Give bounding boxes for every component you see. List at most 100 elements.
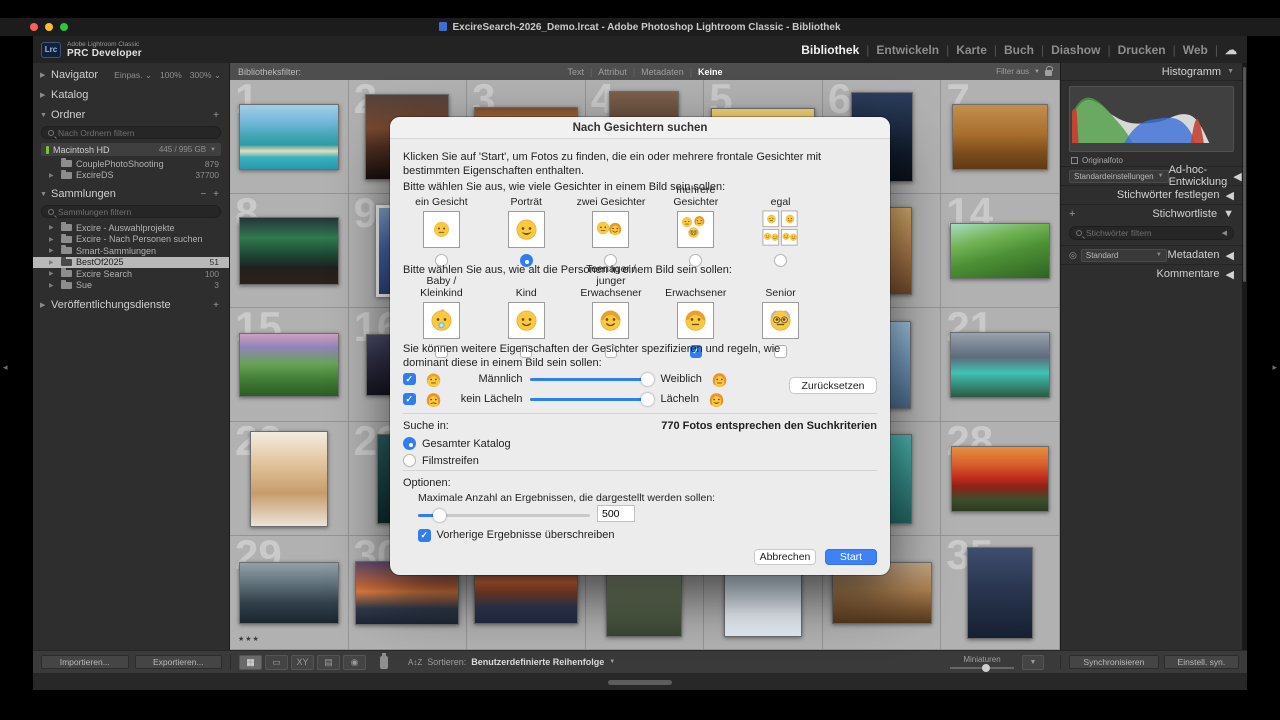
toolbar-options-dropdown[interactable]: ▼ — [1022, 655, 1044, 670]
add-publish-service-button[interactable]: + — [213, 300, 221, 311]
zoom-level-0[interactable]: Einpas. ⌄ — [114, 70, 152, 81]
star-rating[interactable]: ★★★ — [238, 635, 260, 643]
compare-view-icon[interactable]: XY — [291, 655, 314, 670]
radio-button[interactable] — [403, 454, 416, 467]
metadata-view-dropdown[interactable]: Standard ▼ — [1081, 249, 1167, 262]
sort-direction-icon[interactable]: A↕Z — [408, 658, 422, 667]
photo-thumbnail[interactable] — [250, 431, 328, 527]
zoom-level-1[interactable]: 100% — [160, 70, 182, 80]
radio-button[interactable] — [403, 437, 416, 450]
collection-filter-input[interactable]: Sammlungen filtern — [41, 205, 221, 218]
panel-sammlungen[interactable]: ▼ Sammlungen − + — [33, 184, 229, 204]
photo-thumbnail[interactable] — [239, 333, 339, 397]
photo-thumbnail[interactable] — [952, 104, 1048, 170]
right-panel-scrollbar[interactable] — [1242, 63, 1247, 650]
collection-row[interactable]: ▶Sue3 — [33, 280, 229, 292]
slider-knob[interactable] — [641, 373, 654, 386]
face-count-option[interactable]: mehrere Gesichter — [653, 195, 738, 267]
collection-actions[interactable]: − + — [201, 189, 221, 200]
filter-tab-text[interactable]: Text — [567, 67, 584, 77]
filter-tab-attribut[interactable]: Attribut — [598, 67, 627, 77]
people-view-icon[interactable]: ◉ — [343, 655, 366, 670]
max-results-input[interactable] — [597, 505, 635, 522]
photo-thumbnail[interactable] — [967, 547, 1033, 639]
trait-slider[interactable] — [530, 373, 654, 386]
photo-thumbnail[interactable] — [950, 223, 1050, 279]
face-count-option[interactable]: Porträt — [484, 195, 569, 267]
folder-filter-input[interactable]: Nach Ordnern filtern — [41, 126, 221, 139]
histogram[interactable] — [1069, 86, 1234, 152]
module-web[interactable]: Web — [1183, 43, 1208, 57]
panel-kommentare[interactable]: Kommentare ◀ — [1061, 264, 1242, 283]
adhoc-preset-dropdown[interactable]: Standardeinstellungen ▼ — [1069, 170, 1169, 183]
collection-row[interactable]: ▶Excire - Auswahlprojekte — [33, 222, 229, 234]
panel-navigator[interactable]: ▶ Navigator Einpas. ⌄100%300% ⌄ — [33, 65, 229, 85]
navigator-zoom-levels[interactable]: Einpas. ⌄ 100% 300% ⌄ — [114, 70, 221, 81]
trait-slider[interactable] — [530, 393, 654, 406]
collection-row[interactable]: ▶Excire Search100 — [33, 268, 229, 280]
folder-row[interactable]: CouplePhotoShooting879 — [33, 158, 229, 170]
panel-stichwoerter-festlegen[interactable]: Stichwörter festlegen ◀ — [1061, 185, 1242, 204]
module-karte[interactable]: Karte — [956, 43, 987, 57]
export-button[interactable]: Exportieren... — [135, 655, 223, 669]
collection-row[interactable]: ▶Smart-Sammlungen — [33, 245, 229, 257]
sync-settings-button[interactable]: Einstell. syn. — [1164, 655, 1239, 669]
module-drucken[interactable]: Drucken — [1118, 43, 1166, 57]
keyword-filter-input[interactable]: Stichwörter filtern ◀ — [1069, 226, 1234, 240]
thumbnail-size-slider[interactable] — [950, 667, 1014, 669]
reset-button[interactable]: Zurücksetzen — [789, 377, 877, 394]
right-panel-collapse-arrow[interactable]: ▸ — [1272, 362, 1277, 373]
metadata-switch-icon[interactable]: ◎ — [1069, 250, 1077, 261]
collection-row[interactable]: ▶BestOf202551 — [33, 257, 229, 269]
module-entwickeln[interactable]: Entwickeln — [876, 43, 939, 57]
survey-view-icon[interactable]: ▤ — [317, 655, 340, 670]
start-button[interactable]: Start — [825, 549, 877, 565]
slider-knob[interactable] — [641, 393, 654, 406]
folder-row[interactable]: ▶ExcireDS37700 — [33, 170, 229, 182]
module-buch[interactable]: Buch — [1004, 43, 1034, 57]
face-count-option[interactable]: egal — [738, 195, 823, 267]
cloud-sync-icon[interactable]: ☁ — [1225, 43, 1237, 57]
slider-knob[interactable] — [433, 509, 446, 522]
import-button[interactable]: Importieren... — [41, 655, 129, 669]
cancel-button[interactable]: Abbrechen — [754, 549, 816, 565]
grid-view-icon[interactable]: ▦ — [239, 655, 262, 670]
face-count-option[interactable]: ein Gesicht — [399, 195, 484, 267]
photo-thumbnail[interactable] — [951, 446, 1049, 512]
panel-histogramm[interactable]: Histogramm ▼ — [1061, 63, 1242, 81]
painter-spray-icon[interactable] — [380, 656, 388, 669]
sort-order-dropdown[interactable]: Benutzerdefinierte Reihenfolge — [471, 657, 604, 667]
panel-stichwortliste[interactable]: + Stichwortliste ▼ — [1061, 204, 1242, 223]
slider-knob[interactable] — [982, 664, 990, 672]
filter-tab-metadaten[interactable]: Metadaten — [641, 67, 684, 77]
scrollbar-handle[interactable] — [1243, 67, 1246, 282]
add-folder-button[interactable]: + — [213, 110, 221, 121]
minimize-window-button[interactable] — [45, 23, 53, 31]
overwrite-checkbox[interactable]: ✓ — [418, 529, 431, 542]
scope-option[interactable]: Filmstreifen — [403, 452, 511, 469]
filmstrip-scrollbar-handle[interactable] — [608, 680, 672, 685]
collection-row[interactable]: ▶Excire - Nach Personen suchen — [33, 234, 229, 246]
radio-button[interactable] — [774, 254, 787, 267]
face-count-option[interactable]: zwei Gesichter — [569, 195, 654, 267]
overwrite-checkbox-row[interactable]: ✓ Vorherige Ergebnisse überschreiben — [418, 529, 614, 542]
zoom-level-2[interactable]: 300% ⌄ — [190, 70, 221, 81]
loupe-view-icon[interactable]: ▭ — [265, 655, 288, 670]
close-window-button[interactable] — [30, 23, 38, 31]
panel-veroeffentlichungsdienste[interactable]: ▶ Veröffentlichungsdienste + — [33, 295, 229, 315]
photo-thumbnail[interactable] — [239, 562, 339, 624]
checkbox[interactable]: ✓ — [403, 393, 416, 406]
filter-tab-keine[interactable]: Keine — [698, 67, 723, 77]
photo-thumbnail[interactable] — [950, 332, 1050, 398]
filmstrip-collapsed[interactable] — [33, 673, 1247, 690]
photo-thumbnail[interactable] — [239, 217, 339, 285]
panel-adhoc-entwicklung[interactable]: Standardeinstellungen ▼ Ad-hoc-Entwicklu… — [1061, 166, 1242, 185]
module-diashow[interactable]: Diashow — [1051, 43, 1100, 57]
left-panel-collapse-arrow[interactable]: ◂ — [3, 362, 8, 373]
zoom-window-button[interactable] — [60, 23, 68, 31]
filter-preset-dropdown[interactable]: Filter aus ▼ — [996, 67, 1052, 76]
photo-thumbnail[interactable] — [239, 104, 339, 170]
scope-option[interactable]: Gesamter Katalog — [403, 435, 511, 452]
max-results-slider[interactable] — [418, 509, 590, 522]
checkbox[interactable]: ✓ — [403, 373, 416, 386]
